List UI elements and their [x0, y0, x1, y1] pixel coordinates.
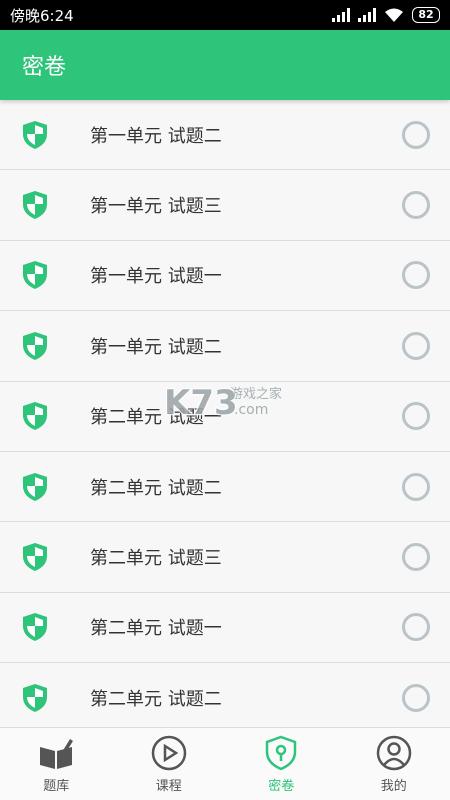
list-item-label: 第二单元 试题二 [90, 688, 222, 710]
bottom-nav: 题库 课程 密卷 我的 [0, 727, 450, 800]
shield-icon [23, 120, 47, 149]
nav-item-courses[interactable]: 课程 [113, 728, 226, 800]
list-item-label: 第一单元 试题二 [90, 125, 222, 147]
wifi-icon [385, 8, 403, 22]
status-bar: 傍晚6:24 82 [0, 0, 450, 30]
list-item-label: 第二单元 试题一 [90, 618, 222, 640]
status-icons: 82 [332, 7, 440, 23]
shield-icon [23, 613, 47, 642]
app-bar: 密卷 [0, 30, 450, 100]
list-item-label: 第二单元 试题一 [90, 407, 222, 429]
list-item[interactable]: 第二单元 试题二 [0, 663, 450, 727]
shield-icon [23, 191, 47, 220]
list-item-label: 第一单元 试题二 [90, 336, 222, 358]
shield-icon [23, 261, 47, 290]
book-icon [40, 738, 74, 769]
list-item[interactable]: 第一单元 试题二 [0, 311, 450, 382]
play-icon [151, 735, 186, 770]
select-radio[interactable] [402, 683, 430, 712]
nav-item-mine[interactable]: 我的 [338, 728, 450, 800]
list-item-label: 第二单元 试题三 [90, 548, 222, 570]
battery-indicator: 82 [412, 7, 440, 23]
list-item-label: 第二单元 试题二 [90, 477, 222, 499]
select-radio[interactable] [402, 543, 430, 572]
select-radio[interactable] [402, 472, 430, 501]
exam-list: 第一单元 试题二 第一单元 试题三 第一单元 试题一 第一单元 试题二 第二单元… [0, 100, 450, 727]
nav-item-secret-papers[interactable]: 密卷 [225, 728, 338, 800]
shield-lock-icon [266, 735, 297, 770]
select-radio[interactable] [402, 331, 430, 360]
select-radio[interactable] [402, 613, 430, 642]
list-item-label: 第一单元 试题三 [90, 196, 222, 218]
select-radio[interactable] [402, 402, 430, 431]
nav-label: 我的 [380, 778, 407, 794]
page-title: 密卷 [22, 55, 67, 80]
select-radio[interactable] [402, 191, 430, 220]
user-icon [376, 735, 411, 770]
shield-icon [23, 472, 47, 501]
list-item[interactable]: 第一单元 试题三 [0, 170, 450, 241]
shield-icon [23, 402, 47, 431]
list-item[interactable]: 第二单元 试题二 [0, 451, 450, 523]
nav-label: 课程 [155, 778, 182, 794]
nav-item-question-bank[interactable]: 题库 [0, 728, 113, 800]
signal-icon [358, 8, 376, 22]
select-radio[interactable] [402, 120, 430, 149]
list-item[interactable]: 第二单元 试题一 [0, 592, 450, 664]
shield-icon [23, 331, 47, 360]
select-radio[interactable] [402, 261, 430, 290]
nav-label: 题库 [43, 778, 70, 794]
list-item-label: 第一单元 试题一 [90, 266, 222, 288]
nav-label: 密卷 [268, 778, 295, 794]
list-item[interactable]: 第二单元 试题三 [0, 522, 450, 593]
list-item[interactable]: 第一单元 试题一 [0, 240, 450, 312]
signal-hd-icon [332, 8, 350, 22]
shield-icon [23, 543, 47, 572]
list-item[interactable]: 第二单元 试题一 [0, 381, 450, 452]
shield-icon [23, 683, 47, 712]
list-item[interactable]: 第一单元 试题二 [0, 100, 450, 171]
status-time: 傍晚6:24 [10, 6, 74, 25]
